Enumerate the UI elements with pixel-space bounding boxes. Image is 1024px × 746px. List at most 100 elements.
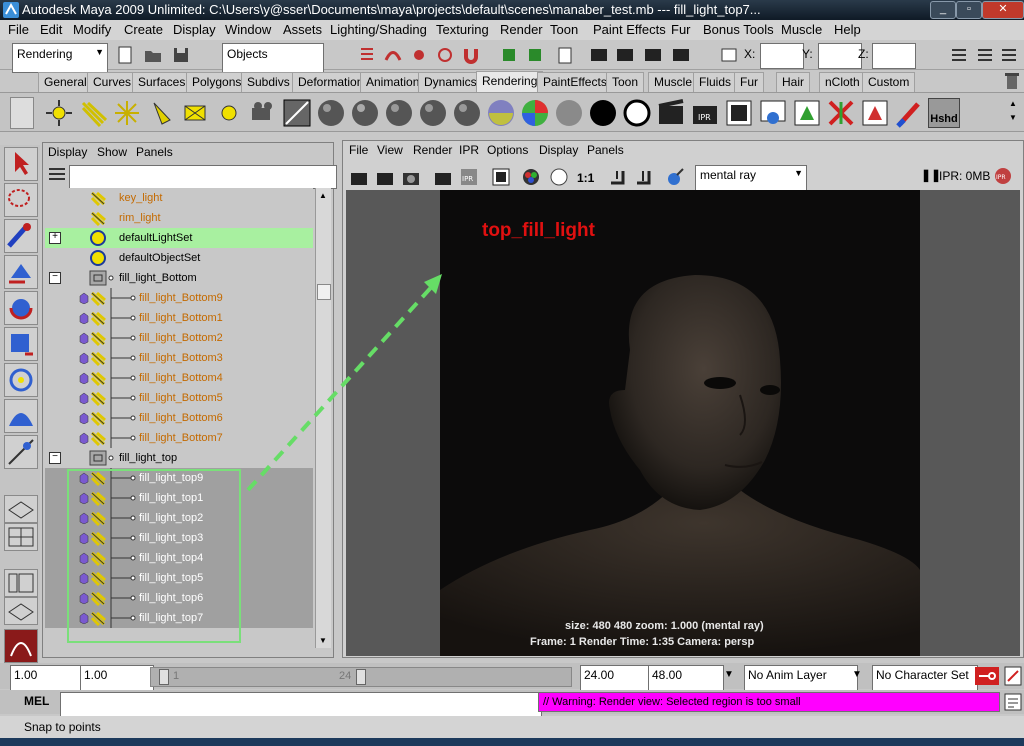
ramp-shader-icon[interactable] bbox=[520, 98, 550, 128]
snap-point-icon[interactable] bbox=[410, 45, 428, 65]
range-slider-left-handle[interactable] bbox=[159, 669, 169, 685]
expand-toggle[interactable]: − bbox=[49, 272, 61, 284]
use-background-icon[interactable] bbox=[622, 98, 652, 128]
animation-preferences-icon[interactable] bbox=[1004, 666, 1022, 686]
shelf-scroll-arrows[interactable]: ▲ ▼ bbox=[1006, 97, 1020, 127]
menu-assets[interactable]: Assets bbox=[283, 22, 322, 37]
chevron-down-icon[interactable]: ▼ bbox=[852, 669, 862, 680]
ambient-light-icon[interactable] bbox=[44, 98, 74, 128]
render-menu-options[interactable]: Options bbox=[487, 143, 528, 157]
light-linking-icon[interactable] bbox=[792, 98, 822, 128]
area-light-icon[interactable] bbox=[180, 98, 210, 128]
directional-light-icon[interactable] bbox=[78, 98, 108, 128]
range-slider-right-handle[interactable] bbox=[356, 669, 366, 685]
single-perspective-layout-icon[interactable] bbox=[4, 495, 38, 523]
character-set-dropdown[interactable]: No Character Set bbox=[872, 665, 978, 691]
point-light-icon[interactable] bbox=[112, 98, 142, 128]
magnet-icon[interactable] bbox=[462, 45, 480, 65]
menu-fur[interactable]: Fur bbox=[671, 22, 691, 37]
hypershade-icon[interactable] bbox=[672, 45, 690, 65]
outliner-menu-panels[interactable]: Panels bbox=[136, 145, 173, 159]
paint-select-tool-icon[interactable] bbox=[4, 219, 38, 253]
show-attribute-editor-icon[interactable] bbox=[1000, 45, 1018, 65]
snapshot-icon[interactable] bbox=[401, 167, 421, 187]
snap-curve-icon[interactable] bbox=[384, 45, 402, 65]
shelf-menu-button[interactable] bbox=[10, 97, 34, 129]
phong-material-icon[interactable] bbox=[384, 98, 414, 128]
outliner-search-input[interactable] bbox=[69, 165, 337, 189]
save-scene-icon[interactable] bbox=[172, 45, 190, 65]
universal-manipulator-icon[interactable] bbox=[4, 363, 38, 397]
anisotropic-material-icon[interactable] bbox=[452, 98, 482, 128]
maximize-button[interactable]: ▫ bbox=[956, 1, 982, 19]
expand-toggle[interactable]: − bbox=[49, 452, 61, 464]
lasso-tool-icon[interactable] bbox=[4, 183, 38, 217]
anim-layer-dropdown[interactable]: No Anim Layer bbox=[744, 665, 858, 691]
x-input[interactable] bbox=[760, 43, 804, 69]
ipr-render-shelf-icon[interactable]: IPR bbox=[690, 98, 720, 128]
z-input[interactable] bbox=[872, 43, 916, 69]
chevron-down-icon[interactable]: ▼ bbox=[724, 669, 734, 680]
render-menu-file[interactable]: File bbox=[349, 143, 368, 157]
menu-create[interactable]: Create bbox=[124, 22, 163, 37]
menu-texturing[interactable]: Texturing bbox=[436, 22, 489, 37]
selection-mask-field[interactable]: Objects bbox=[222, 43, 324, 73]
render-settings-view-icon[interactable] bbox=[491, 167, 511, 187]
render-menu-panels[interactable]: Panels bbox=[587, 143, 624, 157]
blinn-material-icon[interactable] bbox=[350, 98, 380, 128]
scroll-down-arrow[interactable]: ▼ bbox=[319, 636, 327, 645]
menu-paint-effects[interactable]: Paint Effects bbox=[593, 22, 666, 37]
real-size-button[interactable]: 1:1 bbox=[577, 171, 594, 185]
range-slider[interactable]: 1 24 bbox=[150, 667, 572, 687]
ipr-redo-icon[interactable] bbox=[433, 167, 453, 187]
input-history-icon[interactable] bbox=[500, 45, 518, 65]
outliner-row[interactable]: rim_light bbox=[45, 208, 313, 228]
four-view-layout-icon[interactable] bbox=[4, 523, 38, 551]
break-light-links-icon[interactable] bbox=[826, 98, 856, 128]
outliner-row[interactable]: + defaultLightSet bbox=[45, 228, 313, 248]
menu-file[interactable]: File bbox=[8, 22, 29, 37]
soft-modification-icon[interactable] bbox=[4, 399, 38, 433]
show-manipulator-icon[interactable] bbox=[4, 435, 38, 469]
redo-render-icon[interactable] bbox=[349, 167, 369, 187]
render-settings-icon[interactable] bbox=[644, 45, 662, 65]
render-menu-render[interactable]: Render bbox=[413, 143, 452, 157]
render-frame-icon[interactable] bbox=[656, 98, 686, 128]
show-tool-settings-icon[interactable] bbox=[976, 45, 994, 65]
menu-set-dropdown[interactable]: Rendering ▼ bbox=[12, 43, 108, 73]
shading-map-icon[interactable] bbox=[554, 98, 584, 128]
snap-grid-icon[interactable] bbox=[358, 45, 376, 65]
lambert-material-icon[interactable] bbox=[316, 98, 346, 128]
script-type-label[interactable]: MEL bbox=[24, 694, 49, 708]
end-time-field[interactable]: 24.00 bbox=[580, 665, 652, 691]
close-button[interactable]: ✕ bbox=[982, 1, 1024, 19]
menu-help[interactable]: Help bbox=[834, 22, 861, 37]
keep-image-icon[interactable] bbox=[607, 167, 627, 187]
display-alpha-icon[interactable] bbox=[549, 167, 569, 187]
render-region-icon[interactable] bbox=[375, 167, 395, 187]
outliner-menu-show[interactable]: Show bbox=[97, 145, 127, 159]
menu-toon[interactable]: Toon bbox=[550, 22, 578, 37]
command-input[interactable] bbox=[60, 692, 542, 718]
persp-graph-layout-icon[interactable] bbox=[4, 597, 38, 625]
display-rgb-icon[interactable] bbox=[521, 167, 541, 187]
renderer-dropdown[interactable]: mental ray ▼ bbox=[695, 165, 807, 191]
phonge-material-icon[interactable] bbox=[418, 98, 448, 128]
render-menu-ipr[interactable]: IPR bbox=[459, 143, 479, 157]
start-time-field[interactable]: 1.00 bbox=[10, 665, 84, 691]
outliner-menu-display[interactable]: Display bbox=[48, 145, 87, 159]
minimize-button[interactable]: _ bbox=[930, 1, 956, 19]
spot-light-icon[interactable] bbox=[146, 98, 176, 128]
render-current-frame-icon[interactable] bbox=[590, 45, 608, 65]
ipr-render-icon[interactable] bbox=[616, 45, 634, 65]
outliner-filter-icon[interactable] bbox=[47, 165, 67, 183]
menu-modify[interactable]: Modify bbox=[73, 22, 111, 37]
construction-history-icon[interactable] bbox=[556, 45, 574, 65]
surface-shader-icon[interactable] bbox=[588, 98, 618, 128]
output-history-icon[interactable] bbox=[526, 45, 544, 65]
show-channel-box-icon[interactable] bbox=[950, 45, 968, 65]
paint-brush-icon[interactable] bbox=[894, 98, 924, 128]
move-tool-icon[interactable] bbox=[4, 255, 38, 289]
persp-outliner-layout-icon[interactable] bbox=[4, 569, 38, 597]
snap-view-plane-icon[interactable] bbox=[436, 45, 454, 65]
